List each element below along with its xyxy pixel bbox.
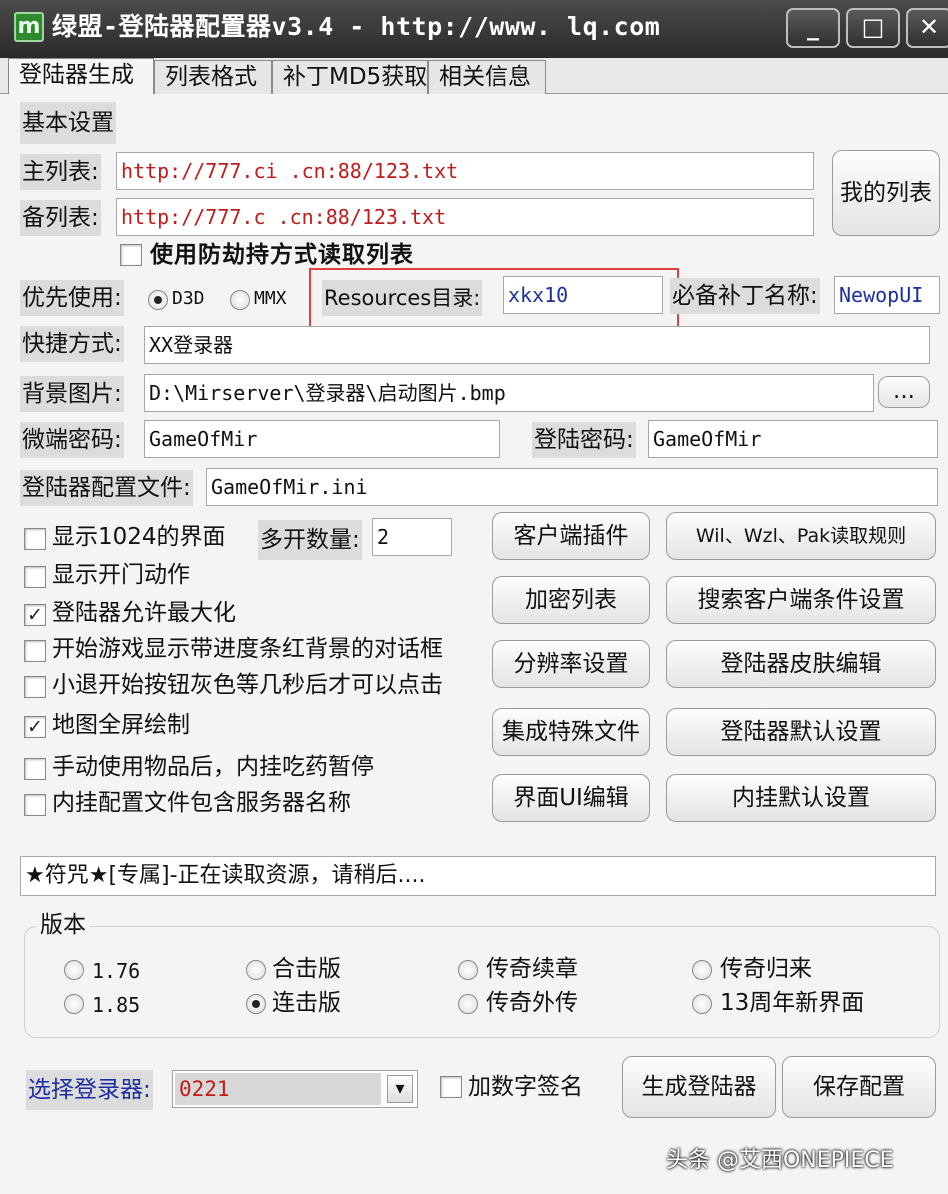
save-config-button[interactable]: 保存配置 — [782, 1056, 936, 1118]
multi-open-label: 多开数量: — [258, 520, 362, 560]
option-label: 小退开始按钮灰色等几秒后才可以点击 — [52, 672, 443, 698]
digital-signature-checkbox[interactable] — [440, 1076, 462, 1098]
backup-list-field[interactable]: http://777.c .cn:88/123.txt — [116, 198, 814, 236]
option-label: 显示1024的界面 — [52, 524, 226, 550]
version-option-label: 传奇归来 — [720, 956, 812, 982]
option-checkbox[interactable] — [24, 528, 46, 550]
background-image-field[interactable]: D:\Mirserver\登录器\启动图片.bmp — [144, 374, 874, 412]
status-text: ★符咒★[专属]-正在读取资源，请稍后.... — [20, 856, 936, 896]
check-mark-icon: ✓ — [27, 716, 43, 738]
resolution-settings-button[interactable]: 分辨率设置 — [492, 640, 650, 688]
version-option-label: 合击版 — [272, 956, 341, 982]
encrypt-list-button[interactable]: 加密列表 — [492, 576, 650, 624]
option-checkbox[interactable] — [24, 566, 46, 588]
login-password-label: 登陆密码: — [532, 422, 636, 458]
d3d-radio[interactable] — [148, 290, 168, 310]
anti-hijack-label: 使用防劫持方式读取列表 — [150, 242, 414, 268]
patch-name-label: 必备补丁名称: — [670, 278, 820, 314]
default-settings-button[interactable]: 登陆器默认设置 — [666, 708, 936, 756]
wil-read-rules-button[interactable]: Wil、Wzl、Pak读取规则 — [666, 512, 936, 560]
option-label: 地图全屏绘制 — [52, 712, 190, 738]
option-checkbox[interactable] — [24, 758, 46, 780]
version-radio[interactable] — [458, 960, 478, 980]
tab-patch-md5[interactable]: 补丁MD5获取 — [272, 60, 428, 94]
tab-generator[interactable]: 登陆器生成 — [8, 58, 154, 95]
background-image-label: 背景图片: — [20, 376, 124, 412]
window-title: 绿盟-登陆器配置器v3.4 - http://www. lq.com — [52, 12, 661, 41]
version-radio[interactable] — [692, 994, 712, 1014]
close-button[interactable]: ✕ — [906, 8, 948, 48]
option-label: 开始游戏显示带进度条红背景的对话框 — [52, 636, 443, 662]
special-files-button[interactable]: 集成特殊文件 — [492, 708, 650, 756]
shortcut-field[interactable]: XX登录器 — [144, 326, 930, 364]
login-password-field[interactable]: GameOfMir — [648, 420, 938, 458]
tab-bar: 登陆器生成 列表格式 补丁MD5获取 相关信息 — [0, 58, 948, 95]
config-file-field[interactable]: GameOfMir.ini — [206, 468, 938, 506]
mmx-radio[interactable] — [230, 290, 250, 310]
option-label: 登陆器允许最大化 — [52, 600, 236, 626]
anti-hijack-checkbox[interactable] — [120, 244, 142, 266]
version-option-label: 传奇外传 — [486, 990, 578, 1016]
option-label: 手动使用物品后，内挂吃药暂停 — [52, 754, 374, 780]
option-label: 内挂配置文件包含服务器名称 — [52, 790, 351, 816]
app-logo-icon: m — [14, 12, 44, 42]
version-radio[interactable] — [246, 960, 266, 980]
version-radio[interactable] — [246, 994, 266, 1014]
version-radio[interactable] — [64, 960, 84, 980]
version-option-label: 1.76 — [92, 959, 141, 983]
ui-edit-button[interactable]: 界面UI编辑 — [492, 774, 650, 822]
title-bar: m 绿盟-登陆器配置器v3.4 - http://www. lq.com _ □… — [0, 0, 948, 58]
priority-label: 优先使用: — [20, 280, 124, 316]
shortcut-label: 快捷方式: — [20, 326, 124, 362]
digital-signature-label: 加数字签名 — [468, 1074, 583, 1100]
select-launcher-label: 选择登录器: — [26, 1070, 153, 1110]
tab-list-format[interactable]: 列表格式 — [154, 60, 272, 94]
version-radio[interactable] — [64, 994, 84, 1014]
launcher-select-value: 0221 — [175, 1073, 381, 1105]
config-file-label: 登陆器配置文件: — [20, 470, 193, 506]
option-checkbox[interactable] — [24, 794, 46, 816]
option-label: 显示开门动作 — [52, 562, 190, 588]
micro-password-field[interactable]: GameOfMir — [144, 420, 500, 458]
option-checkbox[interactable]: ✓ — [24, 604, 46, 626]
main-list-field[interactable]: http://777.ci .cn:88/123.txt — [116, 152, 814, 190]
main-panel: 基本设置 主列表: http://777.ci .cn:88/123.txt 备… — [0, 94, 948, 1194]
search-client-settings-button[interactable]: 搜索客户端条件设置 — [666, 576, 936, 624]
my-list-button[interactable]: 我的列表 — [832, 150, 940, 236]
resources-dir-label: Resources目录: — [322, 280, 483, 316]
basic-settings-heading: 基本设置 — [20, 102, 116, 144]
watermark: 头条 @艾西ONEPIECE — [666, 1148, 894, 1173]
version-option-label: 1.85 — [92, 993, 141, 1017]
option-checkbox[interactable] — [24, 676, 46, 698]
resources-dir-field[interactable]: xkx10 — [503, 276, 663, 314]
generate-launcher-button[interactable]: 生成登陆器 — [622, 1056, 776, 1118]
version-radio[interactable] — [458, 994, 478, 1014]
chevron-down-icon[interactable]: ▾ — [387, 1075, 413, 1103]
client-plugin-button[interactable]: 客户端插件 — [492, 512, 650, 560]
option-checkbox[interactable] — [24, 640, 46, 662]
mmx-label: MMX — [254, 288, 287, 309]
minimize-button[interactable]: _ — [786, 8, 840, 48]
maximize-button[interactable]: □ — [846, 8, 900, 48]
browse-button[interactable]: ... — [878, 376, 930, 408]
tab-related-info[interactable]: 相关信息 — [428, 60, 546, 94]
backup-list-label: 备列表: — [20, 200, 101, 236]
option-checkbox[interactable]: ✓ — [24, 716, 46, 738]
version-option-label: 连击版 — [272, 990, 341, 1016]
patch-name-field[interactable]: NewopUI — [834, 276, 940, 314]
plugin-default-settings-button[interactable]: 内挂默认设置 — [666, 774, 936, 822]
version-option-label: 13周年新界面 — [720, 990, 865, 1016]
version-heading: 版本 — [36, 910, 90, 940]
d3d-label: D3D — [172, 288, 205, 309]
main-list-label: 主列表: — [20, 154, 101, 190]
version-radio[interactable] — [692, 960, 712, 980]
version-option-label: 传奇续章 — [486, 956, 578, 982]
check-mark-icon: ✓ — [27, 604, 43, 626]
multi-open-field[interactable]: 2 — [372, 518, 452, 556]
skin-edit-button[interactable]: 登陆器皮肤编辑 — [666, 640, 936, 688]
launcher-select[interactable]: 0221 ▾ — [172, 1070, 418, 1108]
micro-password-label: 微端密码: — [20, 422, 124, 458]
